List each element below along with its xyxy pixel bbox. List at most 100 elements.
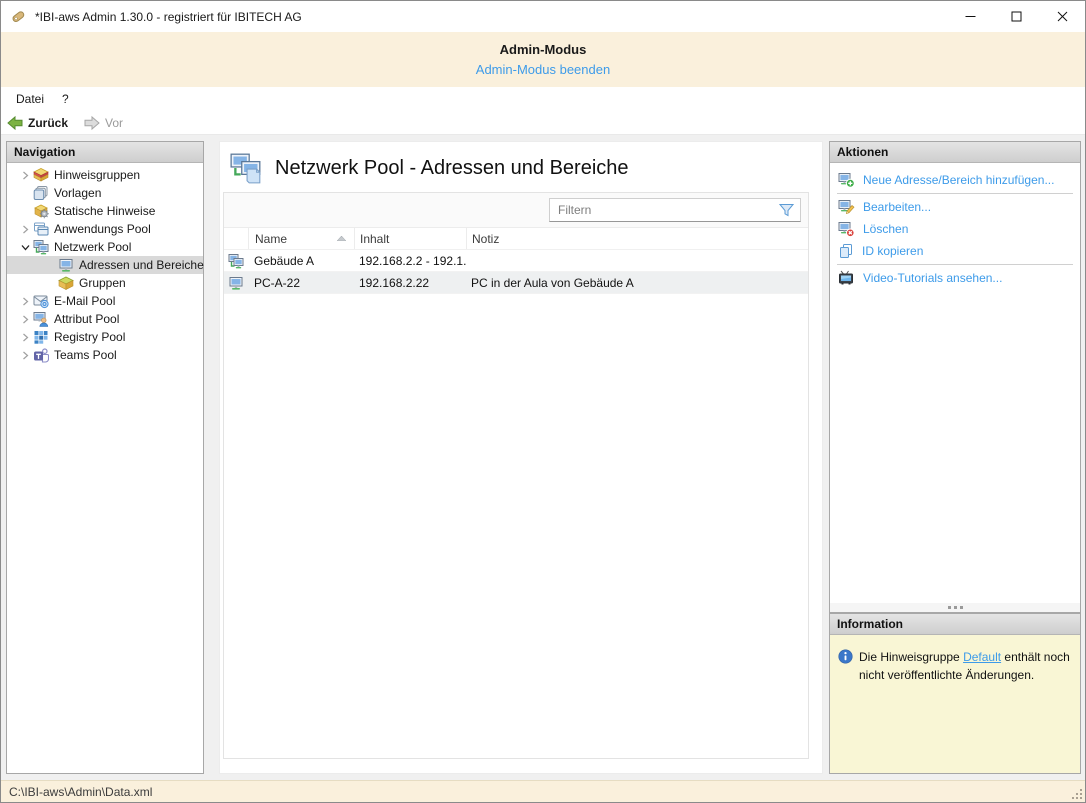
- action-delete[interactable]: Löschen: [830, 218, 1080, 240]
- resize-grip[interactable]: [1071, 788, 1083, 803]
- info-icon: [838, 649, 853, 684]
- tree-item-label: E-Mail Pool: [54, 294, 115, 308]
- tree-item-hinweisgruppen[interactable]: Hinweisgruppen: [7, 166, 203, 184]
- computer-person-icon: [33, 311, 49, 327]
- tree-item-attribut-pool[interactable]: Attribut Pool: [7, 310, 203, 328]
- network-computers-icon: [33, 239, 49, 255]
- statusbar: C:\IBI-aws\Admin\Data.xml: [1, 780, 1085, 802]
- tree-item-anwendungs-pool[interactable]: Anwendungs Pool: [7, 220, 203, 238]
- action-label: Neue Adresse/Bereich hinzufügen...: [863, 173, 1054, 187]
- toolbar: Zurück Vor: [1, 111, 1085, 135]
- network-computers-icon: [224, 250, 248, 271]
- funnel-icon[interactable]: [779, 203, 794, 217]
- forward-label: Vor: [105, 116, 123, 130]
- separator: [837, 193, 1073, 194]
- minimize-button[interactable]: [947, 1, 993, 32]
- window-title: *IBI-aws Admin 1.30.0 - registriert für …: [35, 10, 302, 24]
- computer-edit-icon: [838, 199, 855, 215]
- action-label: Bearbeiten...: [863, 200, 931, 214]
- table-row[interactable]: Gebäude A 192.168.2.2 - 192.1...: [224, 250, 808, 272]
- page-title-row: Netzwerk Pool - Adressen und Bereiche: [220, 142, 822, 185]
- actions-panel: Aktionen Neue Adresse/Bereich hinzufügen…: [829, 141, 1081, 613]
- cell-inhalt: 192.168.2.22: [354, 272, 466, 293]
- layered-box-icon: [33, 167, 49, 183]
- tree-item-label: Teams Pool: [54, 348, 117, 362]
- chevron-right-icon[interactable]: [18, 315, 32, 324]
- computer-add-icon: [838, 172, 855, 188]
- back-button[interactable]: Zurück: [7, 115, 68, 131]
- action-label: ID kopieren: [862, 244, 923, 258]
- header-name[interactable]: Name: [248, 228, 354, 249]
- tree-item-statische-hinweise[interactable]: Statische Hinweise: [7, 202, 203, 220]
- information-panel: Information Die Hinweisgruppe Default en…: [829, 613, 1081, 774]
- statusbar-path: C:\IBI-aws\Admin\Data.xml: [9, 785, 152, 799]
- close-button[interactable]: [1039, 1, 1085, 32]
- menu-help[interactable]: ?: [53, 90, 78, 108]
- box-gear-icon: [33, 203, 49, 219]
- filter-input[interactable]: [550, 203, 779, 217]
- information-text: Die Hinweisgruppe Default enthält noch n…: [859, 648, 1070, 684]
- tree-item-registry-pool[interactable]: Registry Pool: [7, 328, 203, 346]
- computer-icon: [58, 257, 74, 273]
- admin-mode-title: Admin-Modus: [1, 42, 1085, 57]
- tree-item-adressen-und-bereiche[interactable]: Adressen und Bereiche: [7, 256, 203, 274]
- action-add-address[interactable]: Neue Adresse/Bereich hinzufügen...: [830, 169, 1080, 191]
- maximize-button[interactable]: [993, 1, 1039, 32]
- chevron-down-icon[interactable]: [18, 244, 32, 251]
- exit-admin-mode-link[interactable]: Admin-Modus beenden: [476, 62, 610, 77]
- tree-item-label: Registry Pool: [54, 330, 125, 344]
- action-video-tutorials[interactable]: Video-Tutorials ansehen...: [830, 267, 1080, 289]
- tv-icon: [838, 270, 855, 286]
- cell-notiz: PC in der Aula von Gebäude A: [466, 272, 808, 293]
- tree-item-vorlagen[interactable]: Vorlagen: [7, 184, 203, 202]
- action-edit[interactable]: Bearbeiten...: [830, 196, 1080, 218]
- titlebar: *IBI-aws Admin 1.30.0 - registriert für …: [1, 1, 1085, 32]
- navigation-tree: Hinweisgruppen Vorlagen Statische Hinwei…: [7, 163, 203, 364]
- default-group-link[interactable]: Default: [963, 650, 1001, 664]
- chevron-right-icon[interactable]: [18, 297, 32, 306]
- menubar: Datei ?: [1, 87, 1085, 111]
- panel-splitter[interactable]: [830, 603, 1080, 612]
- tree-item-label: Gruppen: [79, 276, 126, 290]
- group-box-icon: [58, 275, 74, 291]
- cell-name: PC-A-22: [248, 272, 354, 293]
- templates-stack-icon: [33, 185, 49, 201]
- tree-item-netzwerk-pool[interactable]: Netzwerk Pool: [7, 238, 203, 256]
- information-body: Die Hinweisgruppe Default enthält noch n…: [830, 635, 1080, 684]
- menu-datei[interactable]: Datei: [7, 90, 53, 108]
- header-notiz[interactable]: Notiz: [466, 228, 808, 249]
- action-copy-id[interactable]: ID kopieren: [830, 240, 1080, 262]
- separator: [837, 264, 1073, 265]
- cell-inhalt: 192.168.2.2 - 192.1...: [354, 250, 466, 271]
- forward-button[interactable]: Vor: [84, 115, 123, 131]
- admin-mode-banner: Admin-Modus Admin-Modus beenden: [1, 32, 1085, 87]
- sort-asc-icon: [337, 236, 346, 241]
- computer-delete-icon: [838, 221, 855, 237]
- back-label: Zurück: [28, 116, 68, 130]
- tree-item-email-pool[interactable]: E-Mail Pool: [7, 292, 203, 310]
- filter-row: [224, 193, 808, 228]
- tree-item-teams-pool[interactable]: Teams Pool: [7, 346, 203, 364]
- chevron-right-icon[interactable]: [18, 225, 32, 234]
- tree-item-label: Hinweisgruppen: [54, 168, 140, 182]
- information-header: Information: [830, 614, 1080, 635]
- computer-icon: [224, 272, 248, 293]
- chevron-right-icon[interactable]: [18, 351, 32, 360]
- arrow-left-icon: [7, 115, 23, 131]
- chevron-right-icon[interactable]: [18, 171, 32, 180]
- tree-item-label: Adressen und Bereiche: [79, 258, 204, 272]
- cell-name: Gebäude A: [248, 250, 354, 271]
- tree-item-label: Anwendungs Pool: [54, 222, 151, 236]
- copy-icon: [838, 243, 854, 259]
- chevron-right-icon[interactable]: [18, 333, 32, 342]
- page-title: Netzwerk Pool - Adressen und Bereiche: [275, 157, 629, 180]
- header-inhalt[interactable]: Inhalt: [354, 228, 466, 249]
- navigation-panel: Navigation Hinweisgruppen Vorlagen Stati…: [6, 141, 204, 774]
- header-icon-column: [224, 228, 248, 249]
- teams-icon: [33, 347, 49, 363]
- tree-item-label: Statische Hinweise: [54, 204, 155, 218]
- filter-box: [549, 198, 801, 222]
- tree-item-gruppen[interactable]: Gruppen: [7, 274, 203, 292]
- tag-icon: [10, 9, 26, 25]
- table-row[interactable]: PC-A-22 192.168.2.22 PC in der Aula von …: [224, 272, 808, 294]
